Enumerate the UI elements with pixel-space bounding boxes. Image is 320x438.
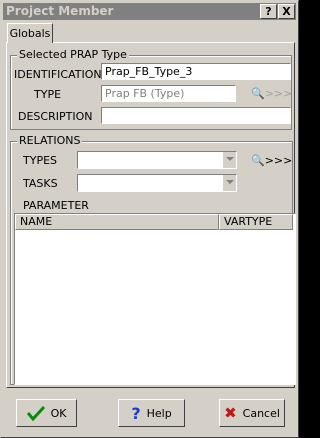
help-label: Help [146,406,172,420]
identification-input[interactable]: Prap_FB_Type_3 [101,63,291,80]
tasks-label: TASKS [23,177,58,190]
column-header-name[interactable]: NAME [15,214,219,230]
help-button[interactable]: ? Help [118,399,185,427]
chevron-down-icon[interactable] [222,152,236,168]
window-title: Project Member [6,4,114,18]
close-title-button[interactable]: X [278,4,295,19]
selected-prap-type-legend: Selected PRAP Type [17,48,129,61]
ok-label: OK [50,406,67,420]
description-label: DESCRIPTION [18,110,93,123]
question-mark-icon: ? [131,403,141,423]
help-title-button[interactable]: ? [260,4,277,19]
types-lookup-button[interactable]: 🔍>>> [251,154,292,167]
type-field: Prap FB (Type) [101,85,236,102]
identification-label: IDENTIFICATION [14,68,102,81]
parameter-list[interactable]: NAME VARTYPE [14,213,296,385]
chevrons-icon: >>> [264,154,293,167]
project-member-dialog: Project Member ? X Globals Selected PRAP… [0,0,299,438]
parameter-label: PARAMETER [23,199,89,212]
cancel-label: Cancel [242,406,280,420]
tasks-combo[interactable] [77,174,237,192]
types-label: TYPES [23,154,58,167]
description-input[interactable] [101,107,291,124]
type-lookup-button[interactable]: 🔍>>> [251,87,292,100]
checkmark-icon [26,405,45,421]
column-header-vartype[interactable]: VARTYPE [219,214,293,230]
relations-legend: RELATIONS [17,134,83,147]
tab-globals[interactable]: Globals [7,23,53,43]
cancel-button[interactable]: ✖ Cancel [219,399,285,427]
magnifier-icon: 🔍 [251,87,265,100]
type-label: TYPE [34,88,62,101]
ok-button[interactable]: OK [16,399,77,427]
chevrons-icon: >>> [264,87,293,100]
title-bar[interactable]: Project Member ? X [3,3,296,20]
chevron-down-icon[interactable] [222,175,236,191]
magnifier-icon: 🔍 [251,154,265,167]
types-combo[interactable] [77,151,237,169]
red-x-icon: ✖ [224,404,237,422]
